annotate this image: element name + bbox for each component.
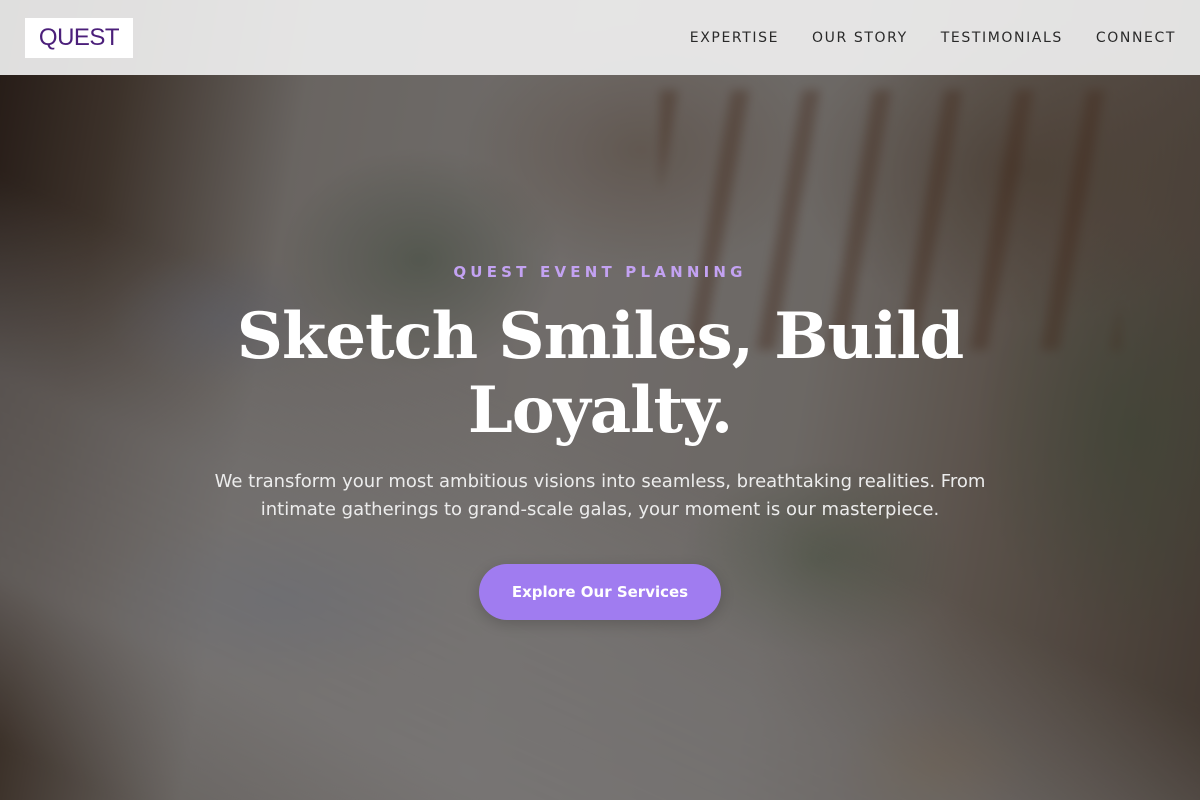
explore-services-button[interactable]: Explore Our Services: [479, 564, 721, 620]
hero-content: QUEST EVENT PLANNING Sketch Smiles, Buil…: [0, 0, 1200, 800]
nav-link-our-story[interactable]: OUR STORY: [812, 30, 908, 46]
site-header: QUEST EXPERTISE OUR STORY TESTIMONIALS C…: [0, 0, 1200, 75]
hero-subtext: We transform your most ambitious visions…: [214, 471, 986, 520]
main-nav: EXPERTISE OUR STORY TESTIMONIALS CONNECT: [690, 30, 1176, 46]
hero-eyebrow: QUEST EVENT PLANNING: [453, 263, 747, 281]
logo[interactable]: QUEST: [25, 17, 133, 58]
logo-text: QUEST: [38, 23, 120, 51]
nav-link-expertise[interactable]: EXPERTISE: [690, 30, 779, 46]
hero-headline: Sketch Smiles, Build Loyalty.: [236, 299, 965, 448]
hero-section: QUEST EXPERTISE OUR STORY TESTIMONIALS C…: [0, 0, 1200, 800]
nav-link-testimonials[interactable]: TESTIMONIALS: [941, 30, 1063, 46]
nav-link-connect[interactable]: CONNECT: [1096, 30, 1176, 46]
